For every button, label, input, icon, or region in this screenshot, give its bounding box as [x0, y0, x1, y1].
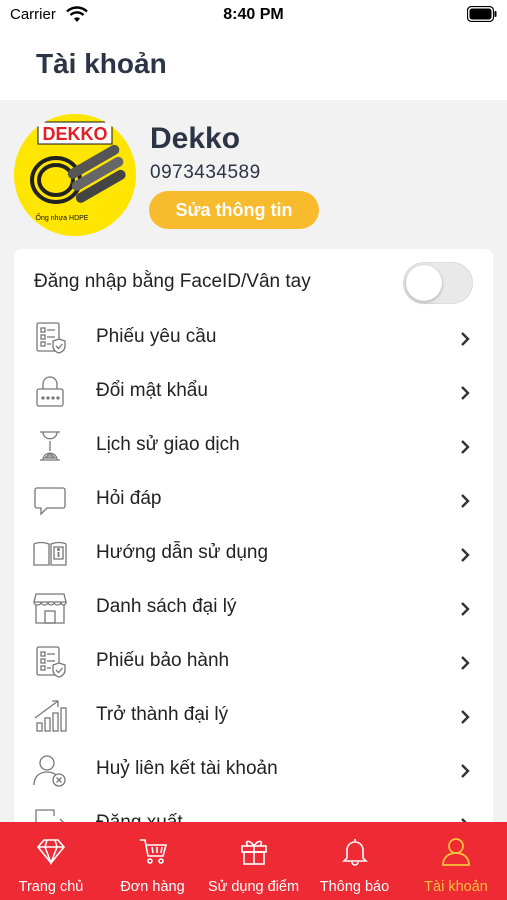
book-info-icon — [32, 536, 68, 572]
chat-bubble-icon — [32, 482, 68, 518]
menu-item-label: Phiếu yêu cầu — [96, 326, 217, 347]
tab-use-points[interactable]: Sử dụng điểm — [203, 822, 304, 900]
lock-icon — [32, 374, 68, 410]
profile-section: DEKKO Ống nhựa HDPE Dekko 0973434589 Sửa… — [0, 100, 507, 250]
chevron-right-icon — [461, 656, 470, 670]
menu-item-label: Trở thành đại lý — [96, 704, 229, 725]
request-form-icon — [32, 320, 68, 356]
avatar[interactable]: DEKKO Ống nhựa HDPE — [14, 114, 136, 236]
menu-item-label: Đổi mật khẩu — [96, 380, 208, 401]
chevron-right-icon — [461, 386, 470, 400]
menu-item-label: Lịch sử giao dịch — [96, 434, 240, 455]
tab-label: Sử dụng điểm — [207, 879, 300, 895]
menu-item-label: Huỷ liên kết tài khoản — [96, 758, 278, 779]
bell-icon — [341, 839, 368, 866]
menu-item-dealer-list[interactable]: Danh sách đại lý — [14, 581, 493, 635]
menu-item-label: Hướng dẫn sử dụng — [96, 542, 269, 563]
battery-icon — [467, 6, 497, 22]
tab-bar: Trang chủ Đơn hàng Sử dụng điểm Thông bá… — [0, 822, 507, 900]
chevron-right-icon — [461, 548, 470, 562]
menu-item-unlink-account[interactable]: Huỷ liên kết tài khoản — [14, 743, 493, 797]
menu-item-label: Danh sách đại lý — [96, 596, 237, 617]
menu-item-label: Phiếu bảo hành — [96, 650, 230, 671]
menu-item-transaction-history[interactable]: Lịch sử giao dịch — [14, 419, 493, 473]
profile-phone: 0973434589 — [150, 162, 261, 183]
chevron-right-icon — [461, 764, 470, 778]
growth-chart-icon — [32, 698, 68, 734]
chevron-right-icon — [461, 332, 470, 346]
menu-item-change-password[interactable]: Đổi mật khẩu — [14, 365, 493, 419]
faceid-label: Đăng nhập bằng FaceID/Vân tay — [34, 271, 311, 292]
gift-icon — [240, 840, 267, 865]
user-icon — [442, 838, 470, 866]
cart-icon — [139, 839, 167, 864]
edit-profile-button[interactable]: Sửa thông tin — [149, 191, 319, 229]
avatar-logo-image: DEKKO Ống nhựa HDPE — [14, 114, 136, 236]
menu-item-user-guide[interactable]: Hướng dẫn sử dụng — [14, 527, 493, 581]
account-menu: Đăng nhập bằng FaceID/Vân tay Phiếu yêu … — [14, 249, 493, 829]
chevron-right-icon — [461, 710, 470, 724]
tab-label: Trang chủ — [18, 879, 84, 895]
menu-item-faq[interactable]: Hỏi đáp — [14, 473, 493, 527]
tab-home[interactable]: Trang chủ — [0, 822, 102, 900]
nav-header: Tài khoản — [0, 32, 507, 100]
tab-orders[interactable]: Đơn hàng — [102, 822, 203, 900]
page-title: Tài khoản — [36, 48, 167, 79]
faceid-setting-row: Đăng nhập bằng FaceID/Vân tay — [14, 257, 493, 309]
menu-item-label: Hỏi đáp — [96, 488, 162, 509]
store-icon — [32, 590, 68, 626]
chevron-right-icon — [461, 494, 470, 508]
avatar-logo-text: DEKKO — [42, 124, 107, 144]
menu-item-warranty[interactable]: Phiếu bảo hành — [14, 635, 493, 689]
chevron-right-icon — [461, 602, 470, 616]
menu-item-become-dealer[interactable]: Trở thành đại lý — [14, 689, 493, 743]
faceid-toggle[interactable] — [403, 262, 473, 304]
tab-label: Thông báo — [319, 879, 390, 895]
tab-notifications[interactable]: Thông báo — [304, 822, 405, 900]
tab-account[interactable]: Tài khoản — [405, 822, 507, 900]
chevron-right-icon — [461, 440, 470, 454]
clock: 8:40 PM — [223, 6, 284, 23]
tab-label: Đơn hàng — [120, 879, 185, 895]
tab-label: Tài khoản — [424, 879, 488, 895]
toggle-knob — [406, 265, 442, 301]
user-remove-icon — [32, 752, 68, 788]
status-bar: Carrier 8:40 PM — [0, 0, 507, 32]
warranty-form-icon — [32, 644, 68, 680]
diamond-icon — [36, 839, 66, 866]
hourglass-icon — [32, 428, 68, 464]
profile-name: Dekko — [150, 122, 241, 155]
menu-item-request-form[interactable]: Phiếu yêu cầu — [14, 311, 493, 365]
